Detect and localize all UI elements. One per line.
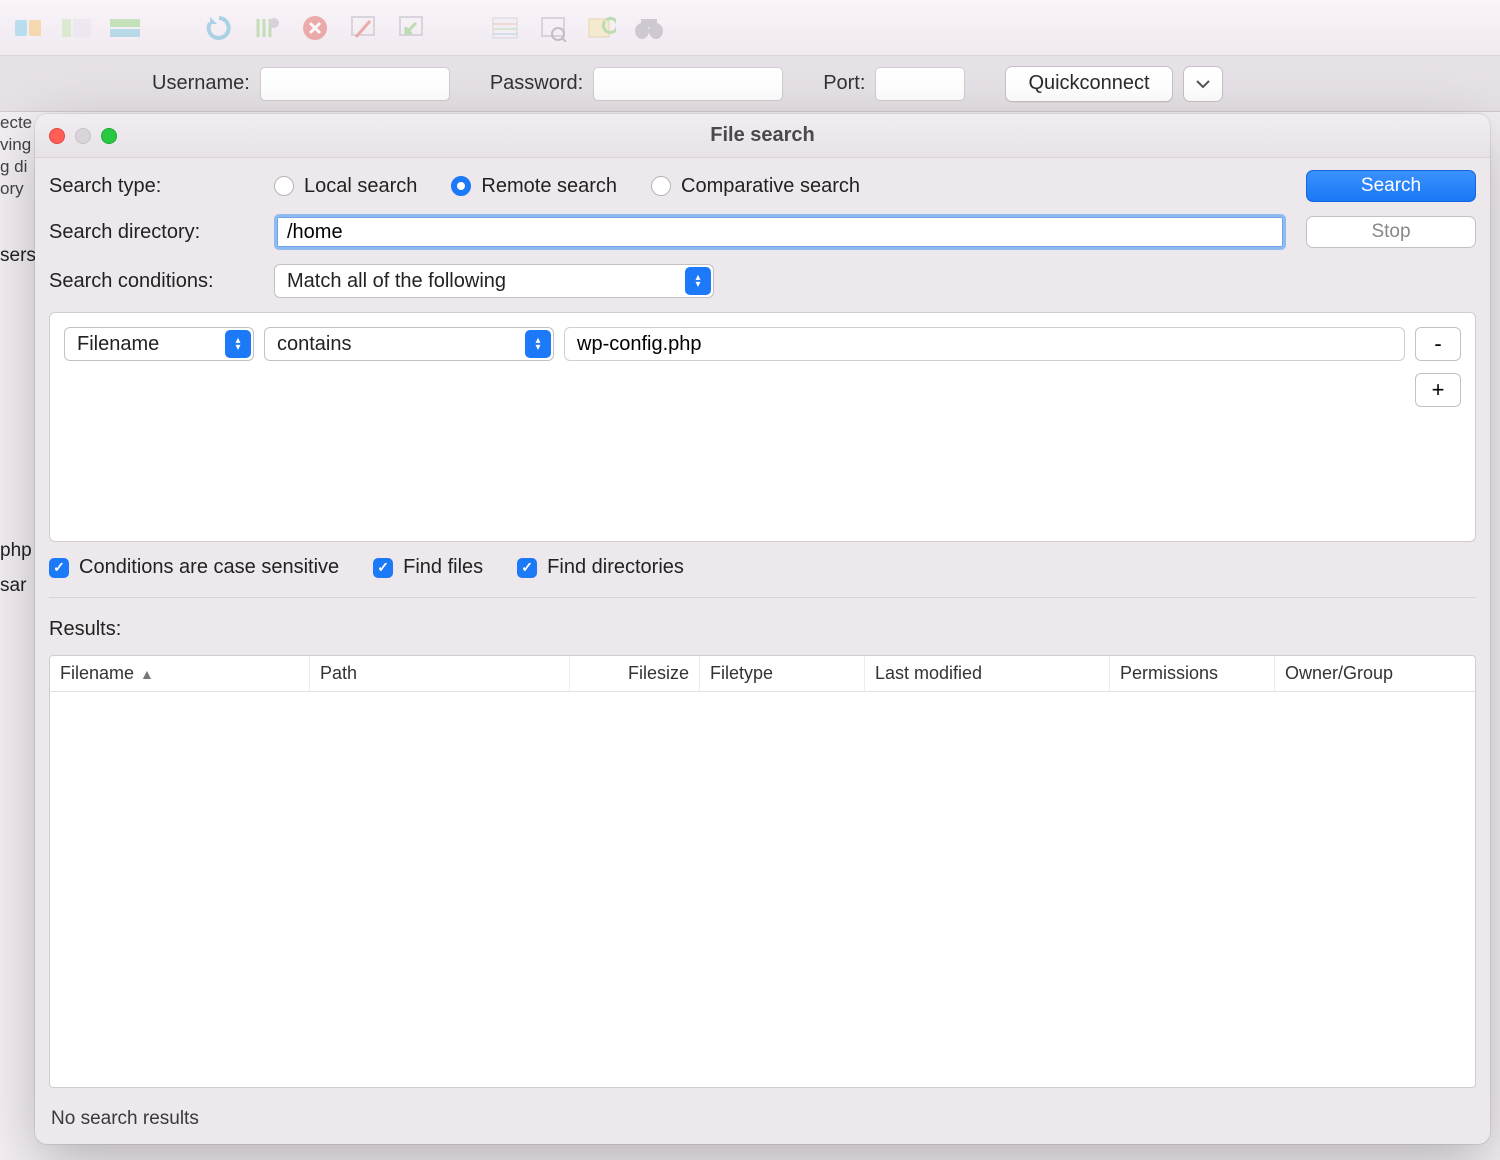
case-sensitive-checkbox[interactable]: ✓ Conditions are case sensitive <box>49 556 339 579</box>
sort-asc-icon: ▲ <box>140 666 154 682</box>
cancel-icon[interactable] <box>294 12 336 44</box>
search-conditions-label: Search conditions: <box>49 270 254 293</box>
stop-button: Stop <box>1306 216 1476 248</box>
condition-field-value: Filename <box>77 333 159 356</box>
bg-text-fragment: sers <box>0 245 36 267</box>
checkbox-label: Find files <box>403 556 483 579</box>
toggle-remote-tree-icon[interactable] <box>104 12 146 44</box>
dialog-titlebar: File search <box>35 114 1490 158</box>
condition-op-value: contains <box>277 333 352 356</box>
username-label: Username: <box>152 72 250 95</box>
options-row: ✓ Conditions are case sensitive ✓ Find f… <box>49 556 1476 579</box>
search-button[interactable]: Search <box>1306 170 1476 202</box>
stepper-icon <box>685 267 711 295</box>
checkbox-label: Conditions are case sensitive <box>79 556 339 579</box>
find-directories-checkbox[interactable]: ✓ Find directories <box>517 556 684 579</box>
search-type-group: Local search Remote search Comparative s… <box>274 175 1286 198</box>
password-label: Password: <box>490 72 583 95</box>
search-directory-input[interactable] <box>274 214 1286 250</box>
checkbox-label: Find directories <box>547 556 684 579</box>
binoculars-icon[interactable] <box>628 12 670 44</box>
radio-comparative-search[interactable]: Comparative search <box>651 175 860 198</box>
checkbox-icon: ✓ <box>517 558 537 578</box>
compare-icon[interactable] <box>580 12 622 44</box>
toggle-local-tree-icon[interactable] <box>56 12 98 44</box>
stepper-icon <box>225 330 251 358</box>
condition-field-select[interactable]: Filename <box>64 327 254 361</box>
radio-icon <box>451 176 471 196</box>
col-filetype[interactable]: Filetype <box>700 656 865 691</box>
results-header: Filename ▲ Path Filesize Filetype Last m… <box>50 656 1475 692</box>
results-table: Filename ▲ Path Filesize Filetype Last m… <box>49 655 1476 1088</box>
directory-listing-icon[interactable] <box>484 12 526 44</box>
condition-op-select[interactable]: contains <box>264 327 554 361</box>
port-label: Port: <box>823 72 865 95</box>
bg-text-fragment: php <box>0 540 32 562</box>
radio-label: Local search <box>304 175 417 198</box>
remove-condition-button[interactable]: - <box>1415 327 1461 361</box>
radio-remote-search[interactable]: Remote search <box>451 175 617 198</box>
dialog-title: File search <box>35 124 1490 147</box>
quickconnect-history-button[interactable] <box>1183 66 1223 102</box>
match-mode-value: Match all of the following <box>287 270 506 293</box>
col-filename[interactable]: Filename ▲ <box>50 656 310 691</box>
bg-log-fragment: ecte ving g di ory <box>0 112 36 200</box>
search-type-label: Search type: <box>49 175 254 198</box>
file-search-dialog: File search Search type: Local search Re… <box>35 114 1490 1144</box>
checkbox-icon: ✓ <box>49 558 69 578</box>
site-manager-icon[interactable] <box>8 12 50 44</box>
match-mode-select[interactable]: Match all of the following <box>274 264 714 298</box>
quickconnect-button[interactable]: Quickconnect <box>1005 66 1172 102</box>
condition-value-input[interactable] <box>564 327 1405 361</box>
radio-label: Comparative search <box>681 175 860 198</box>
radio-label: Remote search <box>481 175 617 198</box>
radio-icon <box>274 176 294 196</box>
stepper-icon <box>525 330 551 358</box>
conditions-container: Filename contains - + <box>49 312 1476 542</box>
quickconnect-bar: Username: Password: Port: Quickconnect <box>0 56 1500 112</box>
col-path[interactable]: Path <box>310 656 570 691</box>
col-last-modified[interactable]: Last modified <box>865 656 1110 691</box>
reconnect-icon[interactable] <box>390 12 432 44</box>
radio-icon <box>651 176 671 196</box>
find-files-checkbox[interactable]: ✓ Find files <box>373 556 483 579</box>
add-condition-button[interactable]: + <box>1415 373 1461 407</box>
col-owner-group[interactable]: Owner/Group <box>1275 656 1475 691</box>
search-directory-label: Search directory: <box>49 221 254 244</box>
password-input[interactable] <box>593 67 783 101</box>
radio-local-search[interactable]: Local search <box>274 175 417 198</box>
checkbox-icon: ✓ <box>373 558 393 578</box>
separator <box>49 597 1476 598</box>
username-input[interactable] <box>260 67 450 101</box>
refresh-icon[interactable] <box>198 12 240 44</box>
port-input[interactable] <box>875 67 965 101</box>
main-toolbar <box>0 0 1500 56</box>
disconnect-icon[interactable] <box>342 12 384 44</box>
bg-text-fragment: sar <box>0 575 26 597</box>
results-label: Results: <box>49 618 1476 641</box>
filter-icon[interactable] <box>532 12 574 44</box>
col-permissions[interactable]: Permissions <box>1110 656 1275 691</box>
col-filesize[interactable]: Filesize <box>570 656 700 691</box>
status-bar: No search results <box>49 1102 1476 1132</box>
process-queue-icon[interactable] <box>246 12 288 44</box>
